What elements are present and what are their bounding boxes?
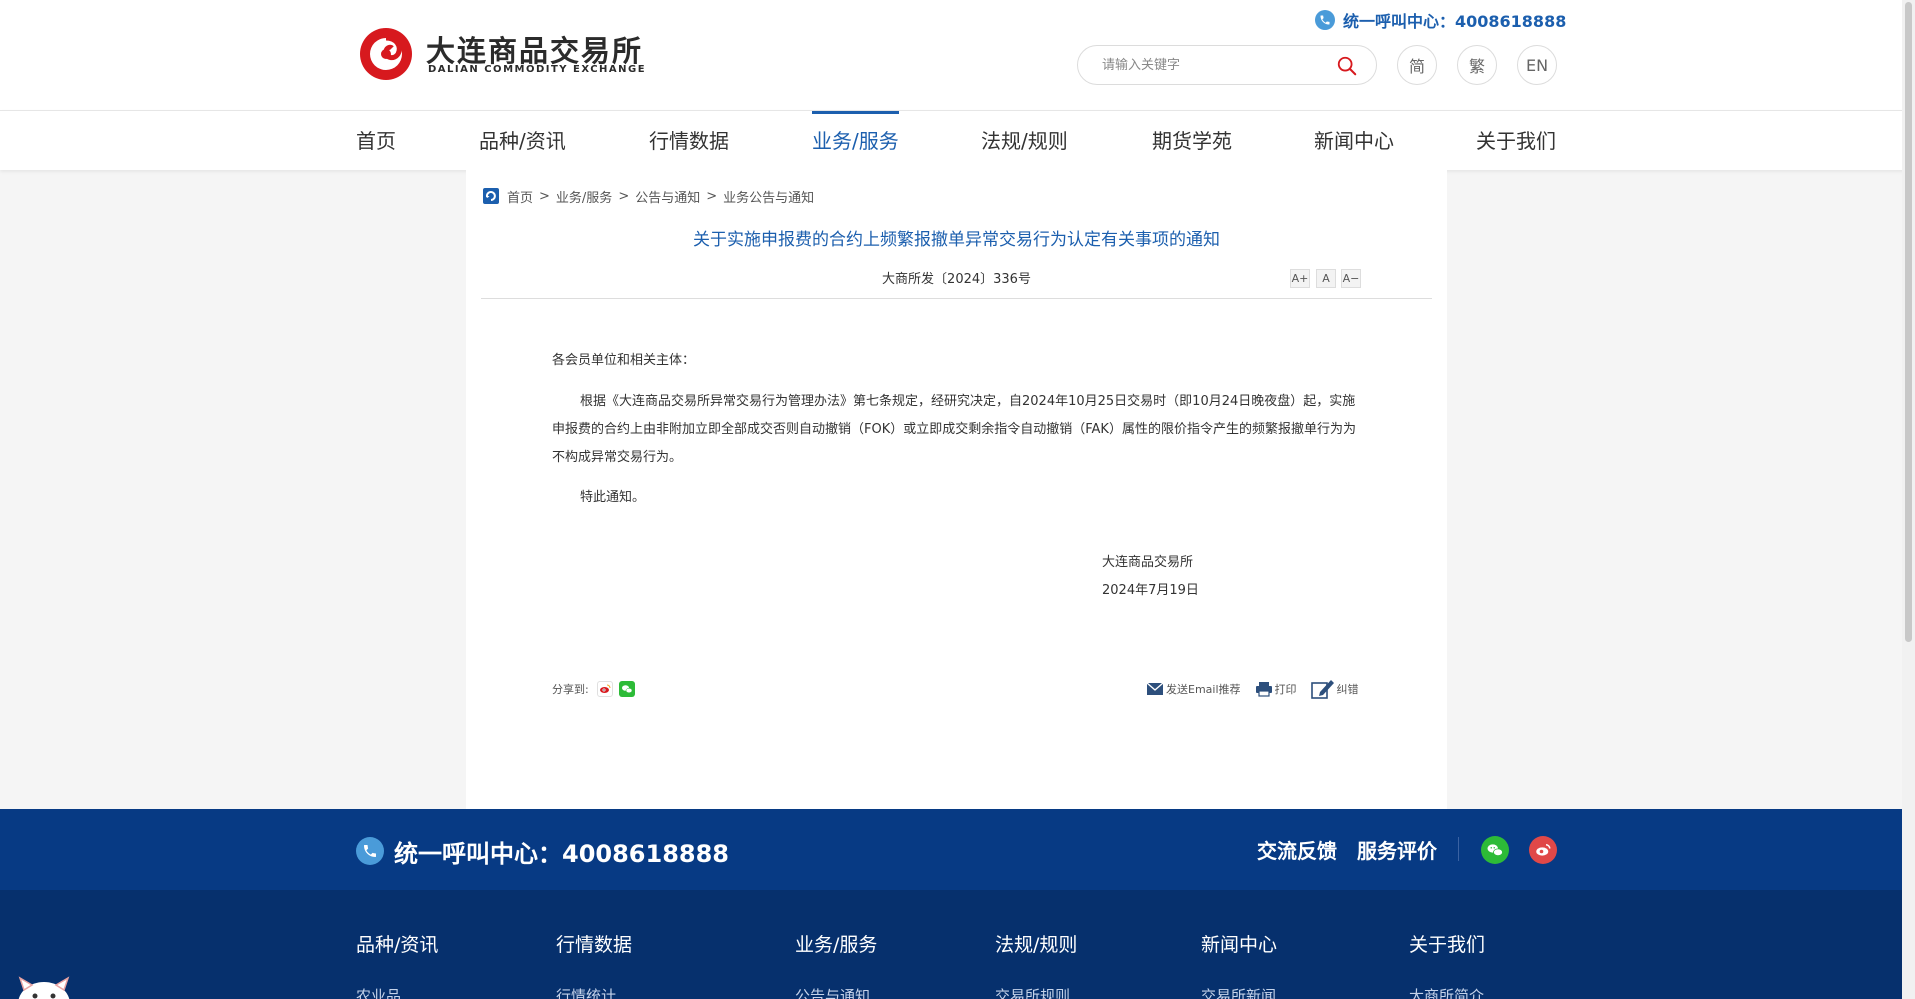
print-button[interactable]: 打印: [1255, 681, 1297, 697]
feedback-link[interactable]: 交流反馈: [1257, 836, 1337, 866]
breadcrumb-business-announcements[interactable]: 业务公告与通知: [723, 187, 814, 206]
site-header: 大连商品交易所 DALIAN COMMODITY EXCHANGE 统一呼叫中心…: [0, 0, 1915, 110]
footer-hotline: 统一呼叫中心：4008618888: [356, 836, 729, 868]
footer-link[interactable]: 行情统计: [556, 985, 616, 999]
scrollbar-thumb[interactable]: [1905, 2, 1912, 642]
footer-col-heading[interactable]: 业务/服务: [795, 930, 877, 957]
nav-home[interactable]: 首页: [356, 111, 396, 171]
search-icon[interactable]: [1336, 55, 1358, 77]
search-input[interactable]: [1102, 55, 1322, 75]
signature-organization: 大连商品交易所: [1102, 555, 1194, 570]
page-scrollbar[interactable]: [1902, 0, 1915, 999]
logo-english-text: DALIAN COMMODITY EXCHANGE: [428, 64, 647, 75]
footer-col-heading[interactable]: 法规/规则: [995, 930, 1077, 957]
hotline-text: 统一呼叫中心：4008618888: [1343, 12, 1567, 31]
edit-icon: [1310, 680, 1334, 699]
print-label: 打印: [1274, 683, 1297, 696]
footer-divider: [1458, 837, 1459, 861]
nav-market-data[interactable]: 行情数据: [649, 111, 729, 171]
nav-futures-academy[interactable]: 期货学苑: [1152, 111, 1232, 171]
title-divider: [481, 298, 1432, 299]
nav-news-center[interactable]: 新闻中心: [1314, 111, 1394, 171]
font-smaller-button[interactable]: A−: [1341, 269, 1361, 288]
wechat-icon[interactable]: [1481, 836, 1509, 864]
lang-traditional-button[interactable]: 繁: [1457, 45, 1497, 85]
email-recommend-label: 发送Email推荐: [1166, 683, 1241, 696]
article-tools: 发送Email推荐 打印 纠错: [1146, 677, 1373, 701]
font-normal-button[interactable]: A: [1316, 269, 1336, 288]
font-larger-button[interactable]: A+: [1290, 269, 1310, 288]
mascot-assistant-icon[interactable]: [8, 972, 80, 999]
mail-icon: [1146, 682, 1164, 695]
lang-simplified-button[interactable]: 简: [1397, 45, 1437, 85]
footer-link[interactable]: 交易所新闻: [1201, 985, 1276, 999]
service-rating-link[interactable]: 服务评价: [1357, 836, 1437, 866]
nav-products-info[interactable]: 品种/资讯: [479, 111, 566, 171]
footer-contact-bar: 统一呼叫中心：4008618888 交流反馈 服务评价: [0, 809, 1915, 890]
footer-hotline-text: 统一呼叫中心：4008618888: [394, 839, 729, 868]
footer-col-heading[interactable]: 新闻中心: [1201, 930, 1277, 957]
article-closing: 特此通知。: [580, 490, 646, 505]
signature-date: 2024年7月19日: [1102, 583, 1199, 598]
article-salutation: 各会员单位和相关主体：: [552, 353, 696, 368]
breadcrumb-announcements[interactable]: 公告与通知: [635, 187, 700, 206]
email-recommend-button[interactable]: 发送Email推荐: [1146, 681, 1241, 697]
main-nav: 首页 品种/资讯 行情数据 业务/服务 法规/规则 期货学苑 新闻中心 关于我们: [0, 110, 1915, 170]
nav-business-services[interactable]: 业务/服务: [812, 111, 899, 171]
breadcrumb-separator: >: [618, 188, 630, 204]
header-hotline: 统一呼叫中心：4008618888: [1315, 8, 1566, 32]
article-paragraph: 根据《大连商品交易所异常交易行为管理办法》第七条规定，经研究决定，自2024年1…: [552, 394, 1356, 465]
footer-col-heading[interactable]: 品种/资讯: [356, 930, 438, 957]
weibo-icon[interactable]: [1529, 836, 1557, 864]
report-error-button[interactable]: 纠错: [1310, 678, 1359, 700]
breadcrumb-separator: >: [539, 188, 550, 204]
nav-about-us[interactable]: 关于我们: [1476, 111, 1556, 171]
footer-col-heading[interactable]: 关于我们: [1409, 930, 1485, 957]
phone-icon: [356, 837, 384, 865]
dce-logo-icon: [358, 26, 414, 82]
search-box: [1077, 45, 1377, 85]
nav-laws-rules[interactable]: 法规/规则: [981, 111, 1068, 171]
site-logo[interactable]: 大连商品交易所 DALIAN COMMODITY EXCHANGE: [356, 24, 668, 84]
lang-english-button[interactable]: EN: [1517, 45, 1557, 85]
article-title: 关于实施申报费的合约上频繁报撤单异常交易行为认定有关事项的通知: [693, 230, 1220, 250]
weibo-share-icon[interactable]: [596, 681, 613, 697]
footer-link[interactable]: 农业品: [356, 985, 401, 999]
wechat-share-icon[interactable]: [618, 681, 635, 697]
footer-link[interactable]: 交易所规则: [995, 985, 1070, 999]
share-label: 分享到:: [552, 683, 589, 696]
footer-link[interactable]: 大商所简介: [1409, 985, 1484, 999]
footer-col-heading[interactable]: 行情数据: [556, 930, 632, 957]
share-bar: 分享到:: [552, 681, 635, 697]
breadcrumb-business-services[interactable]: 业务/服务: [556, 187, 612, 206]
footer-link[interactable]: 公告与通知: [795, 985, 870, 999]
site-footer: 品种/资讯 行情数据 业务/服务 法规/规则 新闻中心 关于我们 农业品 行情统…: [0, 890, 1915, 999]
report-error-label: 纠错: [1336, 683, 1359, 696]
breadcrumb-separator: >: [706, 188, 718, 204]
breadcrumb: 首页 > 业务/服务 > 公告与通知 > 业务公告与通知: [483, 186, 814, 206]
phone-icon: [1315, 10, 1335, 30]
printer-icon: [1255, 682, 1272, 697]
home-icon: [483, 188, 499, 204]
breadcrumb-home[interactable]: 首页: [507, 187, 533, 206]
